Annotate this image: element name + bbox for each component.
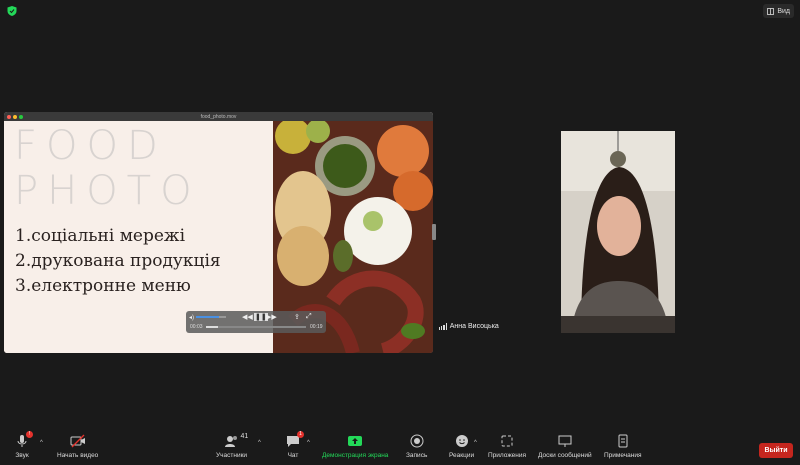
panel-resize-handle[interactable] bbox=[432, 224, 436, 240]
apps-icon bbox=[499, 433, 515, 449]
chat-options-chevron-icon[interactable]: ^ bbox=[307, 440, 310, 446]
video-label: Начать видео bbox=[57, 452, 99, 459]
share-screen-label: Демонстрация экрана bbox=[322, 452, 389, 459]
time-total: 00:19 bbox=[310, 324, 323, 330]
rewind-icon[interactable]: ◀◀ bbox=[242, 313, 253, 321]
fullscreen-icon[interactable]: ⤢ bbox=[306, 313, 312, 321]
window-title: food_photo.mov bbox=[200, 113, 237, 120]
participants-button[interactable]: 41 Участники bbox=[216, 433, 248, 459]
participants-icon: 41 bbox=[224, 433, 248, 449]
chat-label: Чат bbox=[287, 452, 299, 459]
fast-forward-icon[interactable]: ▶▶ bbox=[266, 313, 277, 321]
whiteboards-label: Доски сообщений bbox=[538, 452, 592, 459]
signal-icon bbox=[439, 323, 447, 330]
video-off-icon bbox=[70, 433, 86, 449]
volume-fill bbox=[196, 316, 219, 318]
time-elapsed: 00:03 bbox=[190, 324, 203, 330]
chat-button[interactable]: 1 Чат bbox=[285, 431, 304, 459]
volume-slider[interactable] bbox=[196, 316, 226, 318]
participant-video[interactable] bbox=[561, 131, 675, 333]
share-icon[interactable]: ⇪ bbox=[294, 313, 300, 321]
slide-title-line2: PHOTO bbox=[14, 168, 201, 214]
volume-icon[interactable]: ◂) bbox=[189, 314, 194, 321]
progress-bar[interactable] bbox=[206, 326, 306, 328]
start-video-button[interactable]: Начать видео bbox=[57, 433, 98, 459]
whiteboard-icon bbox=[557, 433, 573, 449]
chat-icon: 1 bbox=[285, 431, 304, 449]
audio-button[interactable]: ! Звук bbox=[14, 431, 33, 459]
slide-list-item: 2.друкована продукція bbox=[15, 251, 221, 271]
meeting-toolbar: ! Звук ^ Начать видео 41 Участники ^ 1 Ч… bbox=[0, 430, 800, 465]
participant-name-tag: Анна Висоцька bbox=[439, 323, 499, 330]
view-button[interactable]: Вид bbox=[763, 4, 794, 18]
participants-count: 41 bbox=[240, 433, 249, 440]
reactions-options-chevron-icon[interactable]: ^ bbox=[474, 440, 477, 446]
participants-label: Участники bbox=[216, 452, 248, 459]
notes-button[interactable]: Примечания bbox=[604, 433, 642, 459]
share-screen-icon bbox=[347, 433, 363, 449]
reactions-label: Реакции bbox=[449, 452, 475, 459]
audio-label: Звук bbox=[15, 452, 29, 459]
media-controller[interactable]: ◂) ◀◀ ❚❚ ▶▶ ⇪ ⤢ 00:03 00:19 bbox=[186, 311, 326, 333]
slide-list-item: 1.соціальні мережі bbox=[15, 226, 186, 246]
notes-icon bbox=[615, 433, 631, 449]
meeting-window: Вид food_photo.mov FOOD PHOTO 1.соціальн… bbox=[0, 0, 800, 465]
participant-name: Анна Висоцька bbox=[449, 323, 499, 330]
audio-options-chevron-icon[interactable]: ^ bbox=[40, 440, 43, 446]
chat-badge: 1 bbox=[297, 431, 304, 438]
share-screen-button[interactable]: Демонстрация экрана bbox=[322, 433, 388, 459]
smiley-icon bbox=[454, 433, 470, 449]
progress-fill bbox=[206, 326, 218, 328]
apps-button[interactable]: Приложения bbox=[488, 433, 526, 459]
leave-button[interactable]: Выйти bbox=[759, 443, 793, 458]
slide-title-line1: FOOD bbox=[14, 123, 167, 169]
window-titlebar: food_photo.mov bbox=[4, 112, 433, 121]
microphone-icon: ! bbox=[14, 431, 33, 449]
apps-label: Приложения bbox=[488, 452, 527, 459]
view-label: Вид bbox=[777, 7, 790, 15]
participants-options-chevron-icon[interactable]: ^ bbox=[258, 440, 261, 446]
record-button[interactable]: Запись bbox=[406, 433, 427, 459]
whiteboards-button[interactable]: Доски сообщений bbox=[538, 433, 592, 459]
grid-icon bbox=[767, 7, 775, 15]
slide-list-item: 3.електронне меню bbox=[15, 276, 191, 296]
slide-list: 1.соціальні мережі 2.друкована продукція… bbox=[15, 224, 221, 299]
reactions-button[interactable]: Реакции bbox=[449, 433, 474, 459]
record-label: Запись bbox=[406, 452, 428, 459]
shared-screen: food_photo.mov FOOD PHOTO 1.соціальні ме… bbox=[4, 112, 433, 353]
shield-icon[interactable] bbox=[6, 5, 18, 17]
audio-badge: ! bbox=[26, 431, 33, 438]
notes-label: Примечания bbox=[604, 452, 642, 459]
record-icon bbox=[409, 433, 425, 449]
